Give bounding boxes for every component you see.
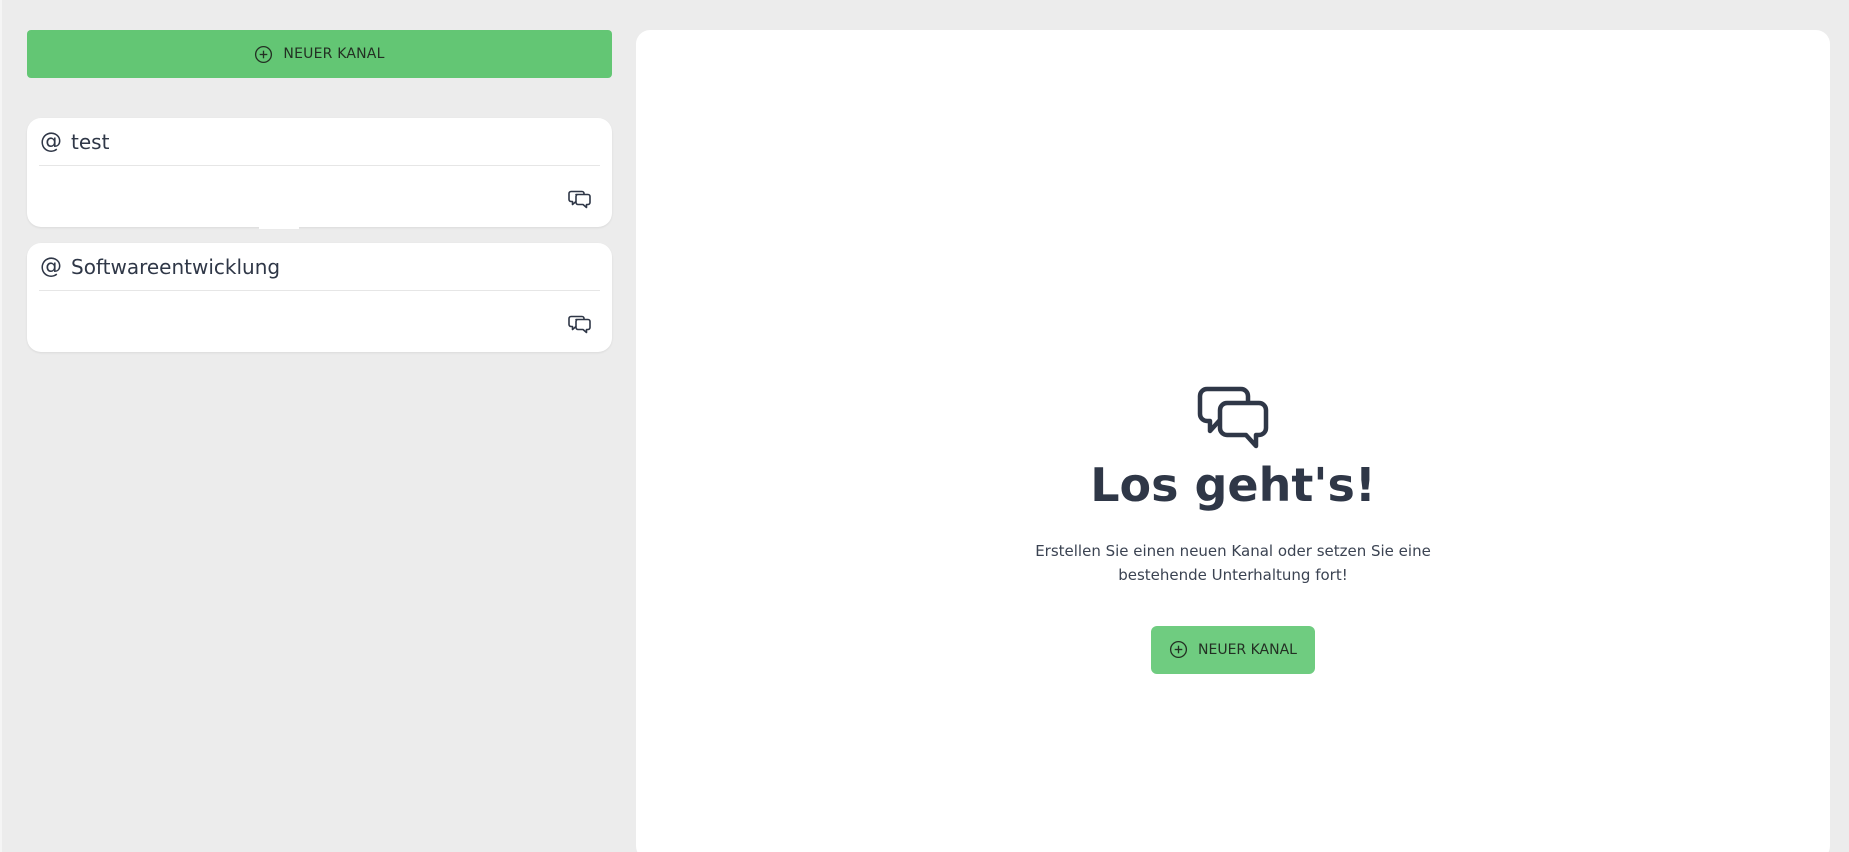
chat-bubbles-icon xyxy=(1197,386,1269,454)
channel-name: test xyxy=(71,129,110,154)
at-icon: @ xyxy=(40,253,62,279)
plus-circle-icon xyxy=(1169,640,1188,659)
channel-card-softwareentwicklung[interactable]: @ Softwareentwicklung xyxy=(27,243,612,352)
new-channel-button-label: NEUER KANAL xyxy=(283,46,385,62)
app-root: NEUER KANAL @ test @ Softwareentwicklung… xyxy=(0,0,1849,852)
new-channel-cta-button[interactable]: NEUER KANAL xyxy=(1151,625,1315,674)
card-divider-tab xyxy=(259,225,299,229)
channel-header: @ Softwareentwicklung xyxy=(39,243,600,291)
channel-list: @ test @ Softwareentwicklung xyxy=(27,118,612,352)
chat-bubbles-icon[interactable] xyxy=(568,188,592,210)
window-edge xyxy=(0,0,2,852)
empty-state: Los geht's! Erstellen Sie einen neuen Ka… xyxy=(636,386,1830,674)
empty-state-text: Erstellen Sie einen neuen Kanal oder set… xyxy=(1035,541,1431,584)
channel-name: Softwareentwicklung xyxy=(71,254,281,279)
new-channel-cta-label: NEUER KANAL xyxy=(1198,641,1297,658)
at-icon: @ xyxy=(40,128,62,154)
empty-state-title: Los geht's! xyxy=(1090,458,1376,512)
plus-circle-icon xyxy=(254,45,273,64)
channel-header: @ test xyxy=(39,118,600,166)
main-panel: Los geht's! Erstellen Sie einen neuen Ka… xyxy=(636,30,1830,852)
channel-card-test[interactable]: @ test xyxy=(27,118,612,229)
chat-bubbles-icon[interactable] xyxy=(568,313,592,335)
sidebar: NEUER KANAL @ test @ Softwareentwicklung xyxy=(27,30,612,352)
new-channel-button[interactable]: NEUER KANAL xyxy=(27,30,612,78)
